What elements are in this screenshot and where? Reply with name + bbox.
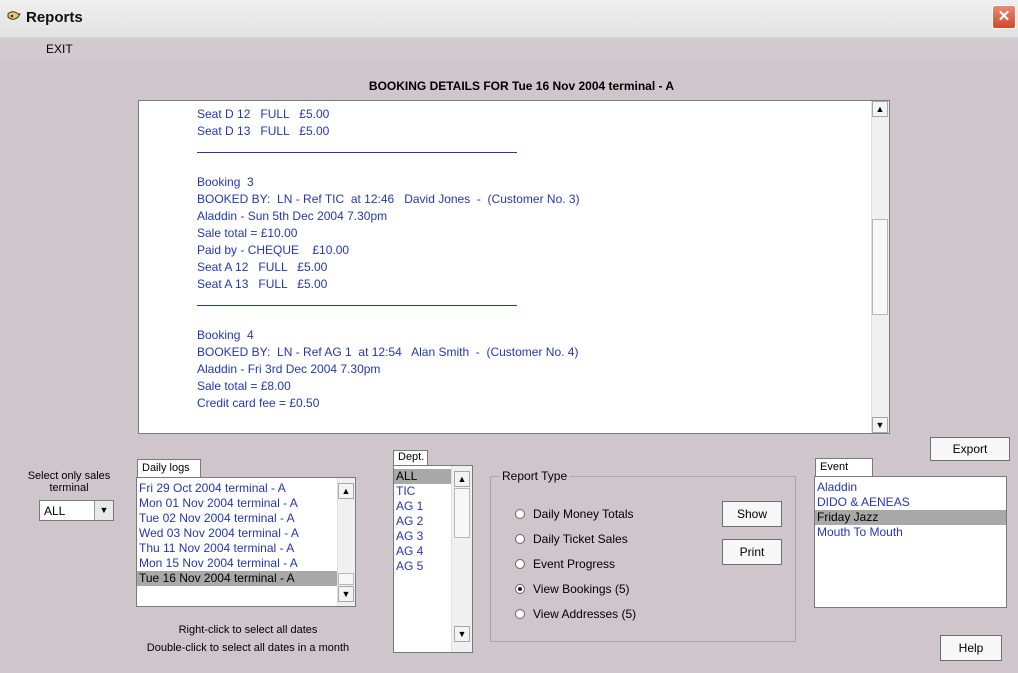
detail-line: Sale total = £10.00: [197, 226, 298, 240]
report-type-radio[interactable]: Event Progress: [515, 557, 615, 573]
event-item[interactable]: Mouth To Mouth: [815, 525, 1006, 540]
detail-line: [197, 305, 867, 327]
daily-log-item[interactable]: Fri 29 Oct 2004 terminal - A: [137, 481, 337, 496]
detail-line: BOOKED BY: LN - Ref AG 1 at 12:54 Alan S…: [197, 345, 579, 359]
daily-log-item[interactable]: Tue 02 Nov 2004 terminal - A: [137, 511, 337, 526]
daily-logs-list[interactable]: Fri 29 Oct 2004 terminal - A Mon 01 Nov 2…: [136, 477, 356, 607]
print-button[interactable]: Print: [722, 539, 782, 565]
help-button[interactable]: Help: [940, 635, 1002, 661]
detail-line: Booking 4: [197, 328, 254, 342]
dept-item[interactable]: AG 3: [394, 529, 452, 544]
detail-line: Seat A 13 FULL £5.00: [197, 277, 328, 291]
scroll-down-arrow-icon[interactable]: ▼: [454, 626, 470, 642]
radio-circle-icon[interactable]: [515, 609, 525, 619]
chevron-down-icon[interactable]: ▼: [94, 501, 113, 520]
scroll-up-arrow-icon[interactable]: ▲: [454, 471, 470, 487]
report-type-radio[interactable]: Daily Money Totals: [515, 507, 634, 523]
dept-list[interactable]: ALL TIC AG 1 AG 2 AG 3 AG 4 AG 5 ▲ ▼: [393, 465, 473, 653]
event-item[interactable]: Friday Jazz: [815, 510, 1006, 525]
radio-circle-icon[interactable]: [515, 584, 525, 594]
dept-item[interactable]: TIC: [394, 484, 452, 499]
daily-log-item[interactable]: Wed 03 Nov 2004 terminal - A: [137, 526, 337, 541]
daily-log-item[interactable]: Thu 11 Nov 2004 terminal - A: [137, 541, 337, 556]
report-type-radio[interactable]: View Bookings (5): [515, 582, 630, 598]
daily-log-item[interactable]: Tue 16 Nov 2004 terminal - A: [137, 571, 337, 586]
dept-item[interactable]: AG 1: [394, 499, 452, 514]
detail-line: Booking 3: [197, 175, 254, 189]
export-button[interactable]: Export: [930, 437, 1010, 461]
daily-log-item[interactable]: Mon 01 Nov 2004 terminal - A: [137, 496, 337, 511]
detail-line: Seat D 12 FULL £5.00: [197, 107, 330, 121]
daily-logs-label: Daily logs: [137, 459, 201, 477]
dept-scrollbar[interactable]: ▲ ▼: [451, 466, 472, 652]
radio-label: Event Progress: [533, 557, 616, 571]
detail-line: [197, 152, 867, 174]
report-type-group: Report Type Daily Money Totals Daily Tick…: [490, 469, 796, 642]
event-list[interactable]: Aladdin DIDO & AENEAS Friday Jazz Mouth To …: [814, 476, 1007, 608]
event-item[interactable]: DIDO & AENEAS: [815, 495, 1006, 510]
hint-double-click: Double-click to select all dates in a mo…: [146, 642, 350, 654]
report-heading-text: BOOKING DETAILS FOR Tue 16 Nov 2004 term…: [368, 79, 675, 93]
report-type-radio[interactable]: View Addresses (5): [515, 607, 636, 623]
event-label: Event: [815, 458, 873, 476]
report-type-label: Report Type: [499, 469, 571, 483]
report-type-radio[interactable]: Daily Ticket Sales: [515, 532, 628, 548]
scroll-thumb[interactable]: [454, 488, 470, 538]
radio-label: View Addresses (5): [533, 607, 637, 621]
radio-label: View Bookings (5): [533, 582, 630, 596]
window-title: Reports: [26, 9, 83, 26]
scroll-down-arrow-icon[interactable]: ▼: [338, 586, 354, 602]
terminal-select-value: ALL: [44, 504, 66, 518]
detail-line: Sale total = £8.00: [197, 379, 291, 393]
detail-line: Seat A 12 FULL £5.00: [197, 260, 328, 274]
title-bar: Reports ✕: [0, 0, 1018, 38]
detail-line: [197, 140, 867, 157]
report-heading: BOOKING DETAILS FOR Tue 16 Nov 2004 term…: [0, 79, 1018, 93]
daily-log-item[interactable]: Mon 15 Nov 2004 terminal - A: [137, 556, 337, 571]
radio-circle-icon[interactable]: [515, 509, 525, 519]
daily-logs-scrollbar[interactable]: ▲ ▼: [337, 478, 355, 606]
dept-label: Dept.: [393, 450, 428, 466]
show-button[interactable]: Show: [722, 501, 782, 527]
close-button[interactable]: ✕: [992, 5, 1016, 29]
event-item[interactable]: Aladdin: [815, 480, 1006, 495]
menu-bar: EXIT: [0, 38, 1018, 60]
scroll-down-arrow-icon[interactable]: ▼: [872, 417, 888, 433]
scroll-up-arrow-icon[interactable]: ▲: [338, 483, 354, 499]
dept-item[interactable]: AG 5: [394, 559, 452, 574]
scroll-thumb[interactable]: [872, 219, 888, 315]
terminal-label: Select only sales terminal: [27, 470, 111, 494]
terminal-select[interactable]: ALL ▼: [39, 500, 114, 521]
scroll-up-arrow-icon[interactable]: ▲: [872, 101, 888, 117]
hint-right-click: Right-click to select all dates: [178, 624, 318, 636]
details-scrollbar[interactable]: ▲ ▼: [871, 101, 889, 433]
reports-app-icon: [7, 11, 21, 20]
dept-item[interactable]: AG 2: [394, 514, 452, 529]
dept-item[interactable]: ALL: [394, 469, 452, 484]
detail-line: [197, 293, 867, 310]
detail-line: Seat D 13 FULL £5.00: [197, 124, 330, 138]
booking-details-panel[interactable]: Seat D 12 FULL £5.00 Seat D 13 FULL £5.00…: [138, 100, 890, 434]
radio-circle-icon[interactable]: [515, 559, 525, 569]
detail-line: Credit card fee = £0.50: [197, 396, 320, 410]
booking-details-text: Seat D 12 FULL £5.00 Seat D 13 FULL £5.00…: [197, 106, 867, 412]
radio-label: Daily Money Totals: [533, 507, 634, 521]
dept-item[interactable]: AG 4: [394, 544, 452, 559]
detail-line: BOOKED BY: LN - Ref TIC at 12:46 David J…: [197, 192, 580, 206]
detail-line: Aladdin - Sun 5th Dec 2004 7.30pm: [197, 209, 388, 223]
detail-line: Paid by - CHEQUE £10.00: [197, 243, 350, 257]
detail-line: Aladdin - Fri 3rd Dec 2004 7.30pm: [197, 362, 381, 376]
menu-exit[interactable]: EXIT: [46, 42, 73, 56]
scroll-thumb[interactable]: [338, 573, 354, 585]
radio-label: Daily Ticket Sales: [533, 532, 628, 546]
radio-circle-icon[interactable]: [515, 534, 525, 544]
